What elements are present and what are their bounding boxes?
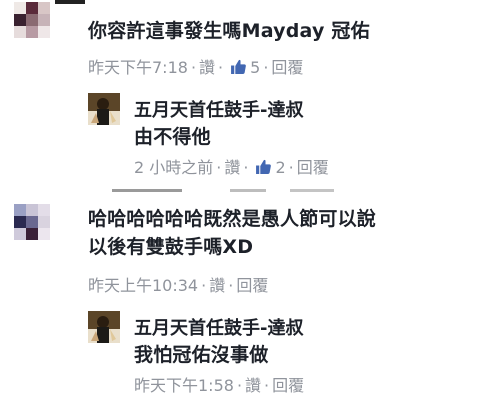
commenter-avatar[interactable] bbox=[14, 2, 50, 38]
comment-meta: 昨天上午10:34 · 讚 · 回覆 bbox=[88, 276, 269, 295]
comment-meta: 昨天下午7:18 · 讚 · 5 · 回覆 bbox=[88, 58, 304, 77]
like-count[interactable]: 2 bbox=[275, 158, 285, 177]
reply-button[interactable]: 回覆 bbox=[271, 58, 303, 77]
thumbs-up-icon[interactable] bbox=[255, 158, 272, 175]
cropped-text-fragment bbox=[112, 189, 182, 192]
reply-timestamp[interactable]: 昨天下午1:58 bbox=[134, 376, 234, 395]
cropped-avatar-fragment bbox=[55, 0, 85, 4]
comment-timestamp[interactable]: 昨天上午10:34 bbox=[88, 276, 198, 295]
comment-text: 你容許這事發生嗎Mayday 冠佑 bbox=[88, 20, 370, 42]
like-button[interactable]: 讚 bbox=[245, 376, 261, 395]
person-photo-icon bbox=[88, 311, 120, 343]
reply-button[interactable]: 回覆 bbox=[272, 376, 304, 395]
commenter-avatar[interactable] bbox=[14, 204, 50, 240]
comment-text: 以後有雙鼓手嗎XD bbox=[88, 236, 254, 258]
comment-text: 哈哈哈哈哈哈既然是愚人節可以說 bbox=[88, 208, 377, 230]
reply-text: 我怕冠佑沒事做 bbox=[134, 344, 269, 366]
reply-meta: 2 小時之前 · 讚 · 2 · 回覆 bbox=[134, 158, 329, 177]
reply-timestamp[interactable]: 2 小時之前 bbox=[134, 158, 213, 177]
like-button[interactable]: 讚 bbox=[199, 58, 215, 77]
reply-author-avatar[interactable] bbox=[88, 93, 120, 125]
comment-timestamp[interactable]: 昨天下午7:18 bbox=[88, 58, 188, 77]
reply-meta: 昨天下午1:58 · 讚 · 回覆 bbox=[134, 376, 305, 395]
reply-author-name[interactable]: 五月天首任鼓手-達叔 bbox=[134, 96, 303, 122]
reply-text: 由不得他 bbox=[134, 126, 211, 148]
like-button[interactable]: 讚 bbox=[209, 276, 225, 295]
thumbs-up-icon[interactable] bbox=[230, 58, 247, 75]
like-count[interactable]: 5 bbox=[250, 58, 260, 77]
cropped-text-fragment bbox=[230, 189, 266, 192]
reply-author-avatar[interactable] bbox=[88, 311, 120, 343]
cropped-text-fragment bbox=[290, 189, 334, 192]
reply-button[interactable]: 回覆 bbox=[297, 158, 329, 177]
reply-author-name[interactable]: 五月天首任鼓手-達叔 bbox=[134, 314, 303, 340]
reply-button[interactable]: 回覆 bbox=[236, 276, 268, 295]
like-button[interactable]: 讚 bbox=[224, 158, 240, 177]
person-photo-icon bbox=[88, 93, 120, 125]
